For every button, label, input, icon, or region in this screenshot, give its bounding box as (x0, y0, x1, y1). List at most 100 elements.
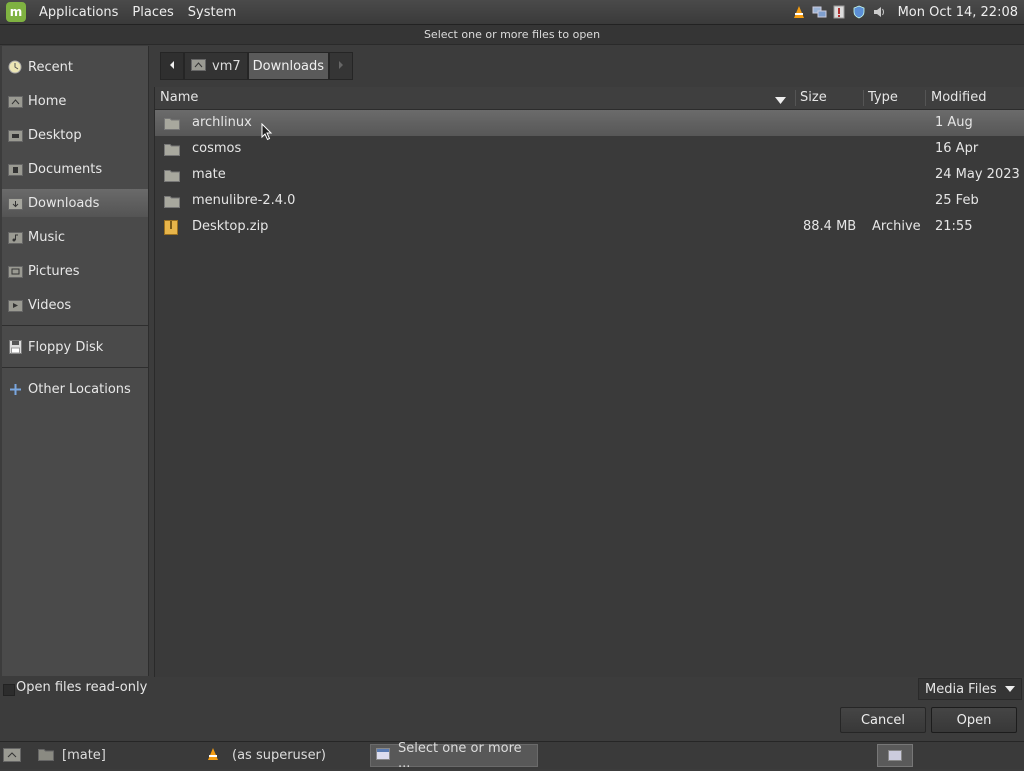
documents-folder-icon (7, 162, 23, 176)
column-header-type[interactable]: Type (868, 87, 898, 109)
file-modified: 24 May 2023 (935, 167, 1020, 182)
folder-icon (164, 116, 180, 130)
folder-icon (164, 194, 180, 208)
taskbar: [mate] (as superuser) Select one or more… (0, 741, 1024, 771)
file-name: archlinux (192, 115, 252, 130)
task-label: (as superuser) (232, 748, 326, 763)
sidebar-item-videos[interactable]: Videos (2, 291, 148, 319)
table-row[interactable]: archlinux 1 Aug (155, 110, 1024, 136)
folder-icon (38, 747, 54, 765)
path-back-button[interactable] (160, 52, 184, 80)
chevron-down-icon (1005, 682, 1015, 697)
sidebar-item-label: Floppy Disk (28, 339, 104, 355)
sidebar-item-label: Other Locations (28, 381, 131, 397)
path-forward-button[interactable] (329, 52, 354, 80)
vlc-icon (206, 747, 220, 765)
task-mate[interactable]: [mate] (38, 744, 198, 767)
sidebar-item-pictures[interactable]: Pictures (2, 257, 148, 285)
column-header-size[interactable]: Size (800, 87, 827, 109)
path-bar: vm7 Downloads (160, 52, 354, 80)
sidebar-item-label: Home (28, 93, 67, 109)
system-tray: Mon Oct 14, 22:08 (792, 0, 1018, 24)
file-size: 88.4 MB (803, 219, 857, 234)
menu-system[interactable]: System (181, 5, 243, 20)
file-list: Name Size Type Modified archlinux 1 Aug … (154, 87, 1024, 677)
clock[interactable]: Mon Oct 14, 22:08 (898, 5, 1018, 20)
show-desktop-icon[interactable] (3, 747, 21, 766)
volume-icon[interactable] (872, 5, 886, 19)
path-segment-home[interactable]: vm7 (184, 52, 248, 80)
shield-icon[interactable] (852, 5, 866, 19)
column-header-modified[interactable]: Modified (931, 87, 986, 109)
sidebar-item-downloads[interactable]: Downloads (2, 189, 148, 217)
cancel-button[interactable]: Cancel (840, 707, 926, 733)
floppy-icon (7, 340, 23, 354)
task-label: Select one or more ... (398, 740, 522, 771)
vlc-icon[interactable] (792, 5, 806, 19)
home-icon (7, 94, 23, 108)
sort-descending-icon[interactable] (775, 94, 786, 109)
file-name: menulibre-2.4.0 (192, 193, 296, 208)
column-separator (863, 90, 864, 106)
chevron-left-icon (168, 59, 176, 74)
file-list-header: Name Size Type Modified (155, 87, 1024, 110)
sidebar-item-music[interactable]: Music (2, 223, 148, 251)
sidebar-item-recent[interactable]: Recent (2, 53, 148, 81)
workspace-switcher[interactable] (877, 744, 913, 767)
table-row[interactable]: menulibre-2.4.0 25 Feb (155, 188, 1024, 214)
top-panel: m Applications Places System Mon Oct 14,… (0, 0, 1024, 25)
read-only-checkbox[interactable] (3, 684, 15, 696)
task-superuser[interactable]: (as superuser) (206, 744, 366, 767)
file-type: Archive (872, 219, 921, 234)
recent-icon (7, 60, 23, 74)
task-file-dialog[interactable]: Select one or more ... (370, 741, 538, 771)
task-label: [mate] (62, 748, 106, 763)
sidebar-item-label: Music (28, 229, 65, 245)
file-modified: 21:55 (935, 219, 973, 234)
table-row[interactable]: cosmos 16 Apr (155, 136, 1024, 162)
videos-folder-icon (7, 298, 23, 312)
sidebar-item-desktop[interactable]: Desktop (2, 121, 148, 149)
menu-applications[interactable]: Applications (32, 5, 125, 20)
window-title: Select one or more files to open (0, 25, 1024, 45)
file-modified: 25 Feb (935, 193, 979, 208)
folder-icon (164, 168, 180, 182)
folder-icon (164, 142, 180, 156)
file-name: Desktop.zip (192, 219, 269, 234)
mint-menu-icon[interactable]: m (6, 2, 26, 22)
downloads-folder-icon (7, 196, 23, 210)
open-button[interactable]: Open (931, 707, 1017, 733)
other-locations-icon (7, 382, 23, 396)
file-type-filter[interactable]: Media Files (918, 678, 1022, 700)
sidebar-item-documents[interactable]: Documents (2, 155, 148, 183)
path-segment-label: vm7 (212, 58, 241, 74)
chevron-right-icon (337, 59, 345, 74)
window-icon (376, 747, 390, 764)
table-row[interactable]: mate 24 May 2023 (155, 162, 1024, 188)
home-icon (191, 58, 206, 75)
file-name: mate (192, 167, 226, 182)
pictures-folder-icon (7, 264, 23, 278)
sidebar-item-home[interactable]: Home (2, 87, 148, 115)
file-modified: 1 Aug (935, 115, 973, 130)
column-header-name[interactable]: Name (160, 87, 198, 109)
workspace-icon (888, 750, 902, 765)
table-row[interactable]: Desktop.zip 88.4 MB Archive 21:55 (155, 214, 1024, 240)
places-sidebar: Recent Home Desktop Documents Downloads … (2, 46, 149, 676)
sidebar-item-other-locations[interactable]: Other Locations (2, 375, 148, 403)
filter-value: Media Files (925, 681, 997, 697)
read-only-label[interactable]: Open files read-only (16, 680, 147, 695)
archive-icon (164, 220, 180, 235)
menu-places[interactable]: Places (125, 5, 180, 20)
path-segment-downloads[interactable]: Downloads (247, 52, 330, 80)
sidebar-separator (2, 367, 148, 368)
update-icon[interactable] (832, 5, 846, 19)
column-separator (795, 90, 796, 106)
sidebar-item-label: Documents (28, 161, 103, 177)
music-folder-icon (7, 230, 23, 244)
network-icon[interactable] (812, 5, 827, 19)
sidebar-item-label: Pictures (28, 263, 80, 279)
sidebar-item-floppy-disk[interactable]: Floppy Disk (2, 333, 148, 361)
mouse-cursor-icon (261, 122, 273, 145)
column-separator (925, 90, 926, 106)
